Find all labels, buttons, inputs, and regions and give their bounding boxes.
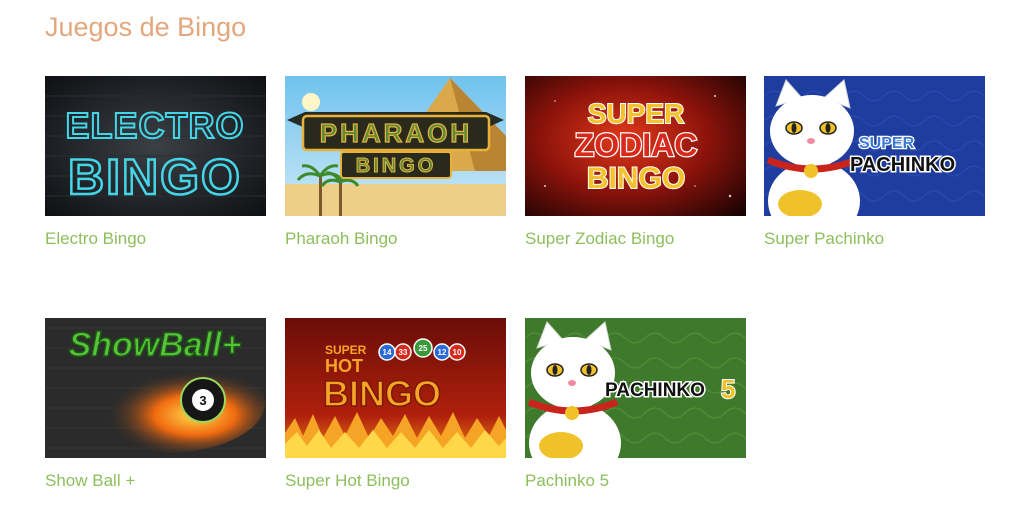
game-link-pharaoh-bingo[interactable]: Pharaoh Bingo (285, 229, 506, 249)
super-hot-art-super: SUPER (325, 343, 367, 357)
svg-text:33: 33 (399, 348, 408, 357)
game-link-electro-bingo[interactable]: Electro Bingo (45, 229, 266, 249)
game-link-super-pachinko[interactable]: Super Pachinko (764, 229, 985, 249)
zodiac-art-line1: SUPER (588, 98, 684, 129)
pachinko5-art-number: 5 (721, 374, 735, 404)
section-title: Juegos de Bingo (45, 12, 247, 42)
svg-text:3: 3 (199, 393, 206, 408)
super-pachinko-art-line2: PACHINKO (850, 154, 955, 176)
zodiac-art-line2: ZODIAC (575, 127, 698, 163)
game-card-show-ball-plus[interactable]: ShowBall+ 3 Show Ball + (45, 318, 266, 491)
game-thumbnail-electro-bingo[interactable]: ELECTRO BINGO (45, 76, 266, 216)
game-card-pharaoh-bingo[interactable]: PHARAOH BINGO Pharaoh Bingo (285, 76, 506, 249)
svg-text:12: 12 (438, 348, 447, 357)
game-card-pachinko-5[interactable]: PACHINKO 5 Pachinko 5 (525, 318, 746, 491)
game-card-super-pachinko[interactable]: SUPER PACHINKO Super Pachinko (764, 76, 985, 249)
svg-text:10: 10 (453, 348, 462, 357)
game-link-super-hot-bingo[interactable]: Super Hot Bingo (285, 471, 506, 491)
game-card-electro-bingo[interactable]: ELECTRO BINGO Electro Bingo (45, 76, 266, 249)
game-thumbnail-show-ball-plus[interactable]: ShowBall+ 3 (45, 318, 266, 458)
game-thumbnail-super-hot-bingo[interactable]: SUPER HOT BINGO 14 33 25 12 10 (285, 318, 506, 458)
electro-bingo-art-line1: ELECTRO (65, 105, 244, 146)
game-thumbnail-pharaoh-bingo[interactable]: PHARAOH BINGO (285, 76, 506, 216)
electro-bingo-art-line2: BINGO (68, 149, 242, 205)
pharaoh-bingo-art-line1: PHARAOH (320, 118, 472, 148)
super-hot-art-bingo: BINGO (323, 373, 441, 414)
bingo-ball-icon: 3 (180, 377, 226, 423)
game-thumbnail-super-zodiac-bingo[interactable]: SUPER ZODIAC BINGO (525, 76, 746, 216)
game-link-pachinko-5[interactable]: Pachinko 5 (525, 471, 746, 491)
super-pachinko-art-line1: SUPER (859, 135, 915, 152)
pharaoh-bingo-art-line2: BINGO (356, 155, 437, 177)
game-card-super-zodiac-bingo[interactable]: SUPER ZODIAC BINGO Super Zodiac Bingo (525, 76, 746, 249)
game-thumbnail-super-pachinko[interactable]: SUPER PACHINKO (764, 76, 985, 216)
zodiac-art-line3: BINGO (587, 162, 685, 195)
game-link-super-zodiac-bingo[interactable]: Super Zodiac Bingo (525, 229, 746, 249)
svg-text:25: 25 (419, 344, 428, 353)
svg-text:14: 14 (383, 348, 392, 357)
pachinko5-art-word: PACHINKO (605, 380, 705, 401)
game-card-super-hot-bingo[interactable]: SUPER HOT BINGO 14 33 25 12 10 Super Hot… (285, 318, 506, 491)
maneki-neko-cat-icon (766, 79, 860, 216)
game-thumbnail-pachinko-5[interactable]: PACHINKO 5 (525, 318, 746, 458)
game-link-show-ball-plus[interactable]: Show Ball + (45, 471, 266, 491)
show-ball-art-title: ShowBall+ (69, 326, 242, 364)
